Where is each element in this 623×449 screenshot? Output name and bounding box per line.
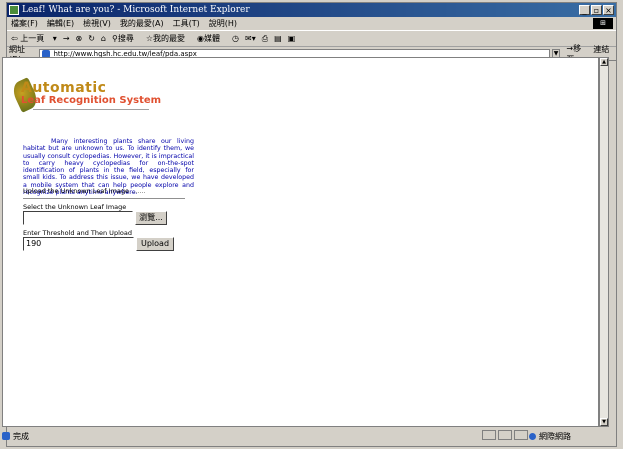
scroll-up-icon[interactable]: ▲: [600, 58, 608, 66]
maximize-button[interactable]: ▫: [591, 5, 602, 15]
refresh-icon[interactable]: ↻: [88, 34, 95, 43]
menu-help[interactable]: 說明(H): [209, 18, 237, 29]
scroll-down-icon[interactable]: ▼: [600, 418, 608, 426]
status-panes: [482, 430, 530, 440]
vertical-scrollbar[interactable]: ▲ ▼: [599, 57, 609, 427]
site-logo: Automatic Leaf Recognition System: [9, 77, 175, 116]
status-pane: [514, 430, 528, 440]
forward-button[interactable]: →: [63, 34, 70, 43]
status-pane: [482, 430, 496, 440]
page-content: Automatic Leaf Recognition System Many i…: [2, 57, 599, 427]
section-divider: [23, 198, 185, 199]
discuss-icon[interactable]: ▣: [288, 34, 296, 43]
mail-icon[interactable]: ✉▾: [245, 34, 256, 43]
security-zone: 網際網路: [529, 431, 571, 442]
print-icon[interactable]: ⎙: [262, 34, 268, 44]
title-bar: Leaf! What are you? - Microsoft Internet…: [7, 3, 616, 17]
stop-icon[interactable]: ⊗: [76, 34, 83, 43]
status-bar: 完成 網際網路: [2, 430, 609, 442]
status-pane: [498, 430, 512, 440]
history-icon[interactable]: ◷: [232, 34, 239, 43]
file-path-input[interactable]: [23, 211, 133, 225]
favorites-button[interactable]: ☆我的最愛: [146, 33, 191, 44]
search-button[interactable]: ⚲搜尋: [112, 33, 140, 44]
upload-heading: Upload the Unknown Leaf Image .......: [23, 187, 146, 195]
globe-icon: [529, 433, 536, 440]
minimize-button[interactable]: _: [579, 5, 590, 15]
threshold-input[interactable]: 190: [23, 237, 134, 251]
media-button[interactable]: ◉媒體: [197, 33, 226, 44]
edit-icon[interactable]: ▤: [274, 34, 282, 43]
back-button[interactable]: ⇦ 上一頁 ▾: [11, 33, 57, 44]
menu-view[interactable]: 檢視(V): [83, 18, 111, 29]
windows-logo-icon: ⊞: [593, 18, 613, 29]
menu-edit[interactable]: 編輯(E): [47, 18, 74, 29]
home-icon[interactable]: ⌂: [101, 34, 106, 43]
menu-file[interactable]: 檔案(F): [11, 18, 38, 29]
upload-button[interactable]: Upload: [136, 237, 174, 251]
logo-title-line2: Leaf Recognition System: [21, 95, 162, 106]
logo-divider: [33, 109, 149, 110]
window-title: Leaf! What are you? - Microsoft Internet…: [22, 5, 250, 15]
threshold-label: Enter Threshold and Then Upload: [23, 229, 132, 237]
status-text: 完成: [13, 431, 29, 441]
page-done-icon: [2, 432, 10, 440]
browse-button[interactable]: 瀏覽...: [135, 211, 167, 225]
menu-favorites[interactable]: 我的最愛(A): [120, 18, 164, 29]
menu-bar: 檔案(F) 編輯(E) 檢視(V) 我的最愛(A) 工具(T) 說明(H) ⊞: [7, 17, 616, 31]
select-image-label: Select the Unknown Leaf Image: [23, 203, 127, 211]
toolbar: ⇦ 上一頁 ▾ → ⊗ ↻ ⌂ ⚲搜尋 ☆我的最愛 ◉媒體 ◷ ✉▾ ⎙ ▤ ▣: [7, 31, 616, 47]
menu-tools[interactable]: 工具(T): [173, 18, 200, 29]
zone-text: 網際網路: [539, 432, 571, 441]
logo-title-line1: Automatic: [21, 80, 107, 96]
ie-app-icon: [9, 5, 19, 15]
close-button[interactable]: ×: [603, 5, 614, 15]
